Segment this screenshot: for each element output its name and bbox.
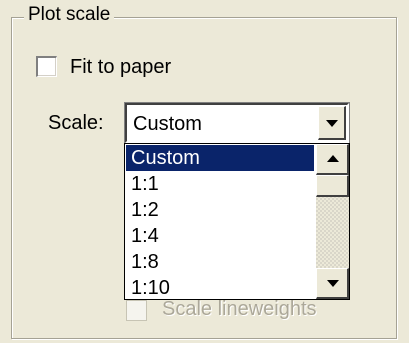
list-item-1-4[interactable]: 1:4 (126, 223, 314, 249)
scale-dropdown-list[interactable]: Custom 1:1 1:2 1:4 1:8 1:10 (124, 143, 350, 300)
list-item-1-10[interactable]: 1:10 (126, 275, 314, 301)
plot-scale-dialog-fragment: Plot scale Fit to paper Scale: Custom Sc… (0, 0, 409, 345)
plot-scale-group-title: Plot scale (24, 4, 115, 26)
list-item-1-2[interactable]: 1:2 (126, 197, 314, 223)
scale-combobox[interactable]: Custom (125, 103, 349, 143)
list-item-custom[interactable]: Custom (126, 145, 314, 171)
scroll-up-button[interactable] (316, 144, 349, 175)
scale-lineweights-checkbox (126, 300, 147, 321)
chevron-down-icon (326, 120, 338, 127)
list-item-1-1[interactable]: 1:1 (126, 171, 314, 197)
scroll-up-icon (327, 155, 339, 162)
list-item-1-8[interactable]: 1:8 (126, 249, 314, 275)
fit-to-paper-checkbox[interactable] (36, 56, 57, 77)
fit-to-paper-label[interactable]: Fit to paper (70, 55, 171, 79)
dropdown-scrollbar[interactable] (316, 144, 349, 299)
scrollbar-thumb[interactable] (316, 175, 349, 197)
scale-selected-value[interactable]: Custom (133, 112, 202, 136)
scroll-down-button[interactable] (316, 268, 349, 299)
scale-label: Scale: (48, 112, 104, 134)
scroll-down-icon (327, 280, 339, 287)
scale-dropdown-button[interactable] (318, 106, 346, 140)
